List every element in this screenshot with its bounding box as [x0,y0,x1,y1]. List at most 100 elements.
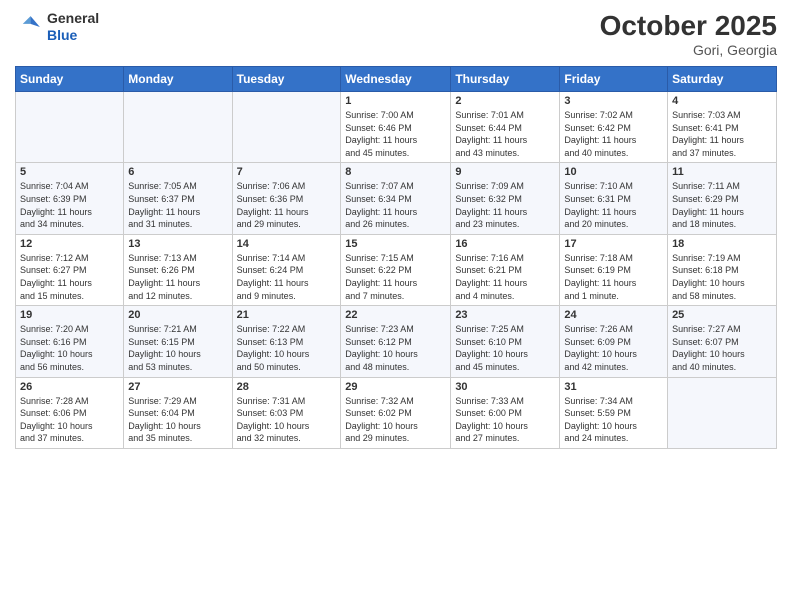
day-info: Sunrise: 7:15 AM Sunset: 6:22 PM Dayligh… [345,252,446,302]
logo-blue-text: Blue [47,27,99,44]
page: General Blue October 2025 Gori, Georgia … [0,0,792,612]
day-number: 10 [564,166,663,178]
day-info: Sunrise: 7:20 AM Sunset: 6:16 PM Dayligh… [20,323,119,373]
day-info: Sunrise: 7:32 AM Sunset: 6:02 PM Dayligh… [345,395,446,445]
day-info: Sunrise: 7:26 AM Sunset: 6:09 PM Dayligh… [564,323,663,373]
day-info: Sunrise: 7:11 AM Sunset: 6:29 PM Dayligh… [672,180,772,230]
table-row [124,92,232,163]
col-wednesday: Wednesday [341,67,451,92]
calendar-week-row: 19 Sunrise: 7:20 AM Sunset: 6:16 PM Dayli… [16,306,777,377]
table-row [16,92,124,163]
day-info: Sunrise: 7:23 AM Sunset: 6:12 PM Dayligh… [345,323,446,373]
table-row: 12Sunrise: 7:12 AM Sunset: 6:27 PM Dayli… [16,234,124,305]
table-row: 2 Sunrise: 7:01 AM Sunset: 6:44 PM Daylig… [451,92,560,163]
day-info: Sunrise: 7:07 AM Sunset: 6:34 PM Dayligh… [345,180,446,230]
table-row: 1Sunrise: 7:00 AM Sunset: 6:46 PM Daylig… [341,92,451,163]
table-row: 24 Sunrise: 7:26 AM Sunset: 6:09 PM Dayli… [560,306,668,377]
day-info: Sunrise: 7:22 AM Sunset: 6:13 PM Dayligh… [237,323,337,373]
table-row: 31 Sunrise: 7:34 AM Sunset: 5:59 PM Dayli… [560,377,668,448]
day-info: Sunrise: 7:10 AM Sunset: 6:31 PM Dayligh… [564,180,663,230]
day-info: Sunrise: 7:27 AM Sunset: 6:07 PM Dayligh… [672,323,772,373]
title-block: October 2025 Gori, Georgia [600,10,777,58]
table-row: 8 Sunrise: 7:07 AM Sunset: 6:34 PM Daylig… [341,163,451,234]
table-row: 5Sunrise: 7:04 AM Sunset: 6:39 PM Daylig… [16,163,124,234]
table-row: 11 Sunrise: 7:11 AM Sunset: 6:29 PM Dayli… [668,163,777,234]
day-number: 25 [672,309,772,321]
table-row: 18Sunrise: 7:19 AM Sunset: 6:18 PM Dayli… [668,234,777,305]
day-info: Sunrise: 7:13 AM Sunset: 6:26 PM Dayligh… [128,252,227,302]
day-info: Sunrise: 7:12 AM Sunset: 6:27 PM Dayligh… [20,252,119,302]
calendar-week-row: 1Sunrise: 7:00 AM Sunset: 6:46 PM Daylig… [16,92,777,163]
col-friday: Friday [560,67,668,92]
table-row: 14 Sunrise: 7:14 AM Sunset: 6:24 PM Dayli… [232,234,341,305]
day-number: 19 [20,309,119,321]
table-row: 17 Sunrise: 7:18 AM Sunset: 6:19 PM Dayli… [560,234,668,305]
day-info: Sunrise: 7:31 AM Sunset: 6:03 PM Dayligh… [237,395,337,445]
day-info: Sunrise: 7:28 AM Sunset: 6:06 PM Dayligh… [20,395,119,445]
day-info: Sunrise: 7:16 AM Sunset: 6:21 PM Dayligh… [455,252,555,302]
day-number: 2 [455,95,555,107]
day-info: Sunrise: 7:04 AM Sunset: 6:39 PM Dayligh… [20,180,119,230]
day-number: 3 [564,95,663,107]
day-number: 29 [345,381,446,393]
day-number: 27 [128,381,227,393]
day-number: 11 [672,166,772,178]
day-info: Sunrise: 7:19 AM Sunset: 6:18 PM Dayligh… [672,252,772,302]
day-info: Sunrise: 7:05 AM Sunset: 6:37 PM Dayligh… [128,180,227,230]
day-number: 26 [20,381,119,393]
day-info: Sunrise: 7:00 AM Sunset: 6:46 PM Dayligh… [345,109,446,159]
day-info: Sunrise: 7:06 AM Sunset: 6:36 PM Dayligh… [237,180,337,230]
table-row: 13Sunrise: 7:13 AM Sunset: 6:26 PM Dayli… [124,234,232,305]
col-monday: Monday [124,67,232,92]
day-number: 21 [237,309,337,321]
table-row: 22Sunrise: 7:23 AM Sunset: 6:12 PM Dayli… [341,306,451,377]
day-number: 8 [345,166,446,178]
calendar-week-row: 5Sunrise: 7:04 AM Sunset: 6:39 PM Daylig… [16,163,777,234]
day-number: 17 [564,238,663,250]
day-number: 6 [128,166,227,178]
table-row: 28Sunrise: 7:31 AM Sunset: 6:03 PM Dayli… [232,377,341,448]
calendar-week-row: 12Sunrise: 7:12 AM Sunset: 6:27 PM Dayli… [16,234,777,305]
day-number: 7 [237,166,337,178]
table-row: 27 Sunrise: 7:29 AM Sunset: 6:04 PM Dayli… [124,377,232,448]
table-row: 21 Sunrise: 7:22 AM Sunset: 6:13 PM Dayli… [232,306,341,377]
day-info: Sunrise: 7:18 AM Sunset: 6:19 PM Dayligh… [564,252,663,302]
day-number: 31 [564,381,663,393]
calendar-week-row: 26 Sunrise: 7:28 AM Sunset: 6:06 PM Dayli… [16,377,777,448]
day-info: Sunrise: 7:09 AM Sunset: 6:32 PM Dayligh… [455,180,555,230]
calendar-header-row: Sunday Monday Tuesday Wednesday Thursday… [16,67,777,92]
day-number: 14 [237,238,337,250]
day-number: 24 [564,309,663,321]
table-row: 16 Sunrise: 7:16 AM Sunset: 6:21 PM Dayli… [451,234,560,305]
table-row: 10 Sunrise: 7:10 AM Sunset: 6:31 PM Dayli… [560,163,668,234]
table-row: 23 Sunrise: 7:25 AM Sunset: 6:10 PM Dayli… [451,306,560,377]
table-row: 30Sunrise: 7:33 AM Sunset: 6:00 PM Dayli… [451,377,560,448]
day-info: Sunrise: 7:29 AM Sunset: 6:04 PM Dayligh… [128,395,227,445]
day-number: 23 [455,309,555,321]
col-sunday: Sunday [16,67,124,92]
header: General Blue October 2025 Gori, Georgia [15,10,777,58]
day-number: 16 [455,238,555,250]
logo-general-text: General [47,10,99,27]
table-row: 29 Sunrise: 7:32 AM Sunset: 6:02 PM Dayli… [341,377,451,448]
col-saturday: Saturday [668,67,777,92]
day-number: 15 [345,238,446,250]
table-row [232,92,341,163]
location: Gori, Georgia [600,42,777,58]
calendar-table: Sunday Monday Tuesday Wednesday Thursday… [15,66,777,449]
table-row: 26 Sunrise: 7:28 AM Sunset: 6:06 PM Dayli… [16,377,124,448]
day-info: Sunrise: 7:34 AM Sunset: 5:59 PM Dayligh… [564,395,663,445]
col-tuesday: Tuesday [232,67,341,92]
day-info: Sunrise: 7:25 AM Sunset: 6:10 PM Dayligh… [455,323,555,373]
logo-icon [15,13,43,41]
day-info: Sunrise: 7:33 AM Sunset: 6:00 PM Dayligh… [455,395,555,445]
day-info: Sunrise: 7:14 AM Sunset: 6:24 PM Dayligh… [237,252,337,302]
day-info: Sunrise: 7:21 AM Sunset: 6:15 PM Dayligh… [128,323,227,373]
table-row: 4Sunrise: 7:03 AM Sunset: 6:41 PM Daylig… [668,92,777,163]
logo-text: General Blue [47,10,99,44]
day-info: Sunrise: 7:01 AM Sunset: 6:44 PM Dayligh… [455,109,555,159]
table-row: 3Sunrise: 7:02 AM Sunset: 6:42 PM Daylig… [560,92,668,163]
table-row: 15 Sunrise: 7:15 AM Sunset: 6:22 PM Dayli… [341,234,451,305]
table-row [668,377,777,448]
table-row: 7 Sunrise: 7:06 AM Sunset: 6:36 PM Daylig… [232,163,341,234]
